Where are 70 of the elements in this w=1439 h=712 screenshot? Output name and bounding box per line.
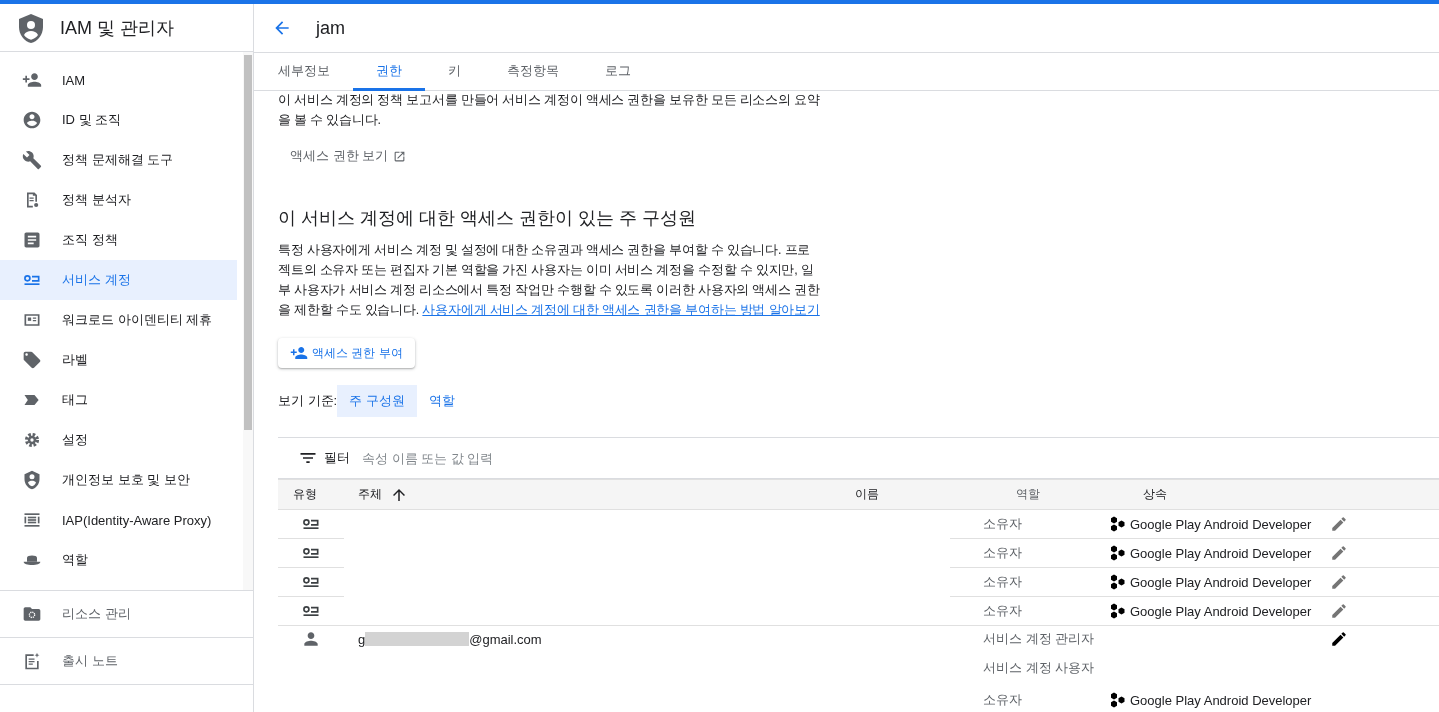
sidebar-item[interactable]: 정책 분석자 xyxy=(0,180,237,220)
sidebar-item[interactable]: 개인정보 보호 및 보안 xyxy=(0,460,237,500)
role-text: 소유자 xyxy=(983,574,1022,589)
sidebar-item[interactable]: ID 및 조직 xyxy=(0,100,237,140)
inherited-from: Google Play Android Developer xyxy=(1130,545,1312,561)
page-title: jam xyxy=(316,17,345,39)
organization-icon xyxy=(1110,692,1126,708)
role-text: 소유자 xyxy=(983,603,1022,618)
tab[interactable]: 세부정보 xyxy=(255,53,353,91)
sidebar-item[interactable]: IAM xyxy=(0,60,237,100)
view-access-link[interactable]: 액세스 권한 보기 xyxy=(290,146,407,166)
grant-access-button[interactable]: 액세스 권한 부여 xyxy=(278,338,415,368)
section-heading: 이 서비스 계정에 대한 액세스 권한이 있는 주 구성원 xyxy=(278,207,697,230)
role-text: 서비스 계정 관리자 xyxy=(983,631,1095,646)
tab[interactable]: 키 xyxy=(425,53,484,91)
role-text: 서비스 계정 사용자 xyxy=(983,660,1095,675)
sidebar-item[interactable]: 워크로드 아이덴티티 제휴 xyxy=(0,300,237,340)
inherited-from: Google Play Android Developer xyxy=(1130,574,1312,590)
shield-icon xyxy=(22,470,42,490)
inherited-from: Google Play Android Developer xyxy=(1130,516,1312,532)
organization-icon xyxy=(1110,545,1126,561)
sidebar-item[interactable]: 설정 xyxy=(0,420,237,460)
principal-email: g xyxy=(358,631,366,647)
inherited-from: Google Play Android Developer xyxy=(1130,692,1312,708)
view-option[interactable]: 역할 xyxy=(416,385,467,417)
sidebar-item[interactable]: 역할 xyxy=(0,540,237,580)
section-description: 특정 사용자에게 서비스 계정 및 설정에 대한 소유권과 액세스 권한을 부여할 수 있습니다. 프로젝트의 소유자 또는 편집자 기본 역할을 가진 사용자는 이미 서비스 계정을 수정할 수 있지만, 일부 사용자가 서비스 계정 리소스에서 특정 작업만 수행할 수 있도록 이러한 사용자의 액세스 권한을 제한할 수도 있습니다. 사용자에게 서비스 계정에 대한 액세스 권한을 부여하는 방법 알아보기 xyxy=(278,242,821,319)
folder-gear-icon xyxy=(22,604,42,624)
view-option[interactable]: 주 구성원 xyxy=(337,385,417,417)
external-link-icon xyxy=(393,149,407,163)
notes-icon xyxy=(22,651,42,671)
column-header: 이름 xyxy=(855,486,879,503)
edit-icon[interactable] xyxy=(1330,630,1348,648)
person-add-icon xyxy=(290,344,308,362)
role-text: 소유자 xyxy=(983,516,1022,531)
intro-text: 이 서비스 계정의 정책 보고서를 만들어 서비스 계정이 액세스 권한을 보유한 모든 리소스의 요약을 볼 수 있습니다. xyxy=(278,92,821,129)
organization-icon xyxy=(1110,574,1126,590)
sidebar-item[interactable]: 태그 xyxy=(0,380,237,420)
settings-icon xyxy=(22,430,42,450)
role-text: 소유자 xyxy=(983,692,1022,707)
filter-label: 필터 xyxy=(324,449,350,467)
principal-email: @gmail.com xyxy=(469,631,542,647)
list-icon xyxy=(22,510,42,530)
tag-icon xyxy=(22,350,42,370)
wrench-icon xyxy=(22,150,42,170)
person-add-icon xyxy=(22,70,42,90)
sidebar-item[interactable]: IAP(Identity-Aware Proxy) xyxy=(0,500,237,540)
column-header: 상속 xyxy=(1143,486,1167,503)
sidebar-item[interactable]: 서비스 계정 xyxy=(0,260,237,300)
tab[interactable]: 권한 xyxy=(353,53,425,91)
tab[interactable]: 로그 xyxy=(582,53,654,91)
product-title: IAM 및 관리자 xyxy=(60,16,174,40)
column-header: 유형 xyxy=(293,486,317,503)
sidebar-item[interactable]: 출시 노트 xyxy=(0,641,253,681)
view-by-label: 보기 기준: xyxy=(278,392,338,410)
column-header[interactable]: 주체 xyxy=(358,486,382,503)
sidebar-item[interactable]: 조직 정책 xyxy=(0,220,237,260)
sidebar-item[interactable]: 리소스 관리 xyxy=(0,594,253,634)
sidebar-item[interactable]: 정책 문제해결 도구 xyxy=(0,140,237,180)
role-text: 소유자 xyxy=(983,545,1022,560)
organization-icon xyxy=(1110,603,1126,619)
sidebar-item[interactable]: 라벨 xyxy=(0,340,237,380)
column-header: 역할 xyxy=(1016,486,1040,503)
document-icon xyxy=(22,230,42,250)
tab[interactable]: 측정항목 xyxy=(484,53,582,91)
organization-icon xyxy=(1110,516,1126,532)
scrollbar[interactable] xyxy=(243,52,253,590)
shield-person-icon xyxy=(18,12,44,43)
learn-more-link[interactable]: 사용자에게 서비스 계정에 대한 액세스 권한을 부여하는 방법 알아보기 xyxy=(422,303,820,317)
inherited-from: Google Play Android Developer xyxy=(1130,603,1312,619)
